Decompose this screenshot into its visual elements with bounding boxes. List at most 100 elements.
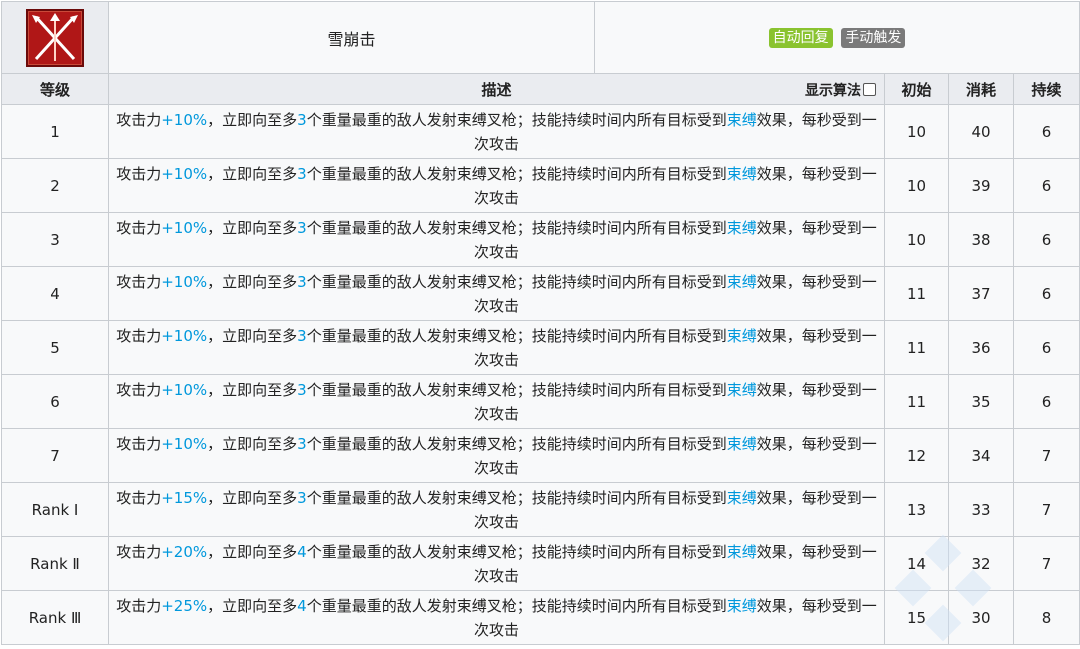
row-initial: 11 [884, 320, 949, 375]
row-level: Rank Ⅰ [1, 482, 109, 537]
row-cost: 35 [948, 374, 1014, 429]
bind-effect-link[interactable]: 束缚 [727, 165, 757, 183]
show-algorithm-toggle[interactable]: 显示算法 [805, 80, 876, 100]
row-cost: 39 [948, 158, 1014, 213]
show-algorithm-checkbox[interactable] [863, 83, 876, 96]
row-initial: 11 [884, 266, 949, 321]
header-level: 等级 [1, 73, 109, 105]
row-description: 攻击力+10%，立即向至多3个重量最重的敌人发射束缚叉枪；技能持续时间内所有目标… [108, 320, 885, 375]
desc-text: 个重量最重的敌人发射束缚叉枪；技能持续时间内所有目标受到 [306, 272, 727, 291]
bind-effect-link[interactable]: 束缚 [727, 543, 757, 561]
desc-text: 个重量最重的敌人发射束缚叉枪；技能持续时间内所有目标受到 [306, 380, 727, 399]
row-description: 攻击力+10%，立即向至多3个重量最重的敌人发射束缚叉枪；技能持续时间内所有目标… [108, 158, 885, 213]
row-description: 攻击力+10%，立即向至多3个重量最重的敌人发射束缚叉枪；技能持续时间内所有目标… [108, 374, 885, 429]
desc-text: 攻击力 [116, 218, 162, 237]
atk-bonus: +15% [161, 488, 208, 507]
desc-text: 个重量最重的敌人发射束缚叉枪；技能持续时间内所有目标受到 [306, 326, 727, 345]
row-cost: 37 [948, 266, 1014, 321]
row-description: 攻击力+10%，立即向至多3个重量最重的敌人发射束缚叉枪；技能持续时间内所有目标… [108, 104, 885, 159]
desc-text: 个重量最重的敌人发射束缚叉枪；技能持续时间内所有目标受到 [306, 110, 727, 129]
target-count: 3 [297, 272, 307, 291]
target-count: 3 [297, 326, 307, 345]
skill-name: 雪崩击 [108, 1, 595, 74]
row-duration: 7 [1012, 536, 1080, 591]
atk-bonus: +10% [161, 380, 208, 399]
desc-text: 个重量最重的敌人发射束缚叉枪；技能持续时间内所有目标受到 [306, 434, 727, 453]
bind-effect-link[interactable]: 束缚 [727, 489, 757, 507]
row-cost: 30 [948, 590, 1014, 645]
desc-text: 攻击力 [116, 488, 162, 507]
table-row: 5 攻击力+10%，立即向至多3个重量最重的敌人发射束缚叉枪；技能持续时间内所有目… [1, 320, 1080, 375]
row-level: 4 [1, 266, 109, 321]
header-description-label: 描述 [481, 80, 512, 99]
row-duration: 6 [1012, 320, 1080, 375]
row-level: Rank Ⅲ [1, 590, 109, 645]
row-initial: 11 [884, 374, 949, 429]
desc-text: ，立即向至多 [207, 110, 298, 129]
row-initial: 10 [884, 104, 949, 159]
row-initial: 10 [884, 212, 949, 267]
row-level: 1 [1, 104, 109, 159]
desc-text: ，立即向至多 [207, 434, 298, 453]
row-description: 攻击力+10%，立即向至多3个重量最重的敌人发射束缚叉枪；技能持续时间内所有目标… [108, 428, 885, 483]
header-initial: 初始 [884, 73, 949, 105]
atk-bonus: +25% [161, 596, 208, 615]
target-count: 3 [297, 434, 307, 453]
atk-bonus: +10% [161, 272, 208, 291]
row-initial: 10 [884, 158, 949, 213]
desc-text: ，立即向至多 [207, 488, 298, 507]
bind-effect-link[interactable]: 束缚 [727, 381, 757, 399]
row-level: 2 [1, 158, 109, 213]
bind-effect-link[interactable]: 束缚 [727, 597, 757, 615]
row-duration: 7 [1012, 482, 1080, 537]
desc-text: 个重量最重的敌人发射束缚叉枪；技能持续时间内所有目标受到 [306, 164, 727, 183]
row-description: 攻击力+10%，立即向至多3个重量最重的敌人发射束缚叉枪；技能持续时间内所有目标… [108, 266, 885, 321]
desc-text: ，立即向至多 [207, 272, 298, 291]
desc-text: ，立即向至多 [207, 380, 298, 399]
desc-text: ，立即向至多 [207, 218, 298, 237]
table-row: 1 攻击力+10%，立即向至多3个重量最重的敌人发射束缚叉枪；技能持续时间内所有目… [1, 104, 1080, 159]
target-count: 3 [297, 488, 307, 507]
row-level: 5 [1, 320, 109, 375]
bind-effect-link[interactable]: 束缚 [727, 327, 757, 345]
atk-bonus: +10% [161, 164, 208, 183]
bind-effect-link[interactable]: 束缚 [727, 111, 757, 129]
desc-text: 攻击力 [116, 434, 162, 453]
atk-bonus: +20% [161, 542, 208, 561]
header-description: 描述 显示算法 [108, 73, 885, 105]
bind-effect-link[interactable]: 束缚 [727, 219, 757, 237]
table-row: 2 攻击力+10%，立即向至多3个重量最重的敌人发射束缚叉枪；技能持续时间内所有目… [1, 158, 1080, 213]
row-duration: 6 [1012, 374, 1080, 429]
row-level: Rank Ⅱ [1, 536, 109, 591]
row-duration: 6 [1012, 212, 1080, 267]
row-level: 3 [1, 212, 109, 267]
desc-text: 攻击力 [116, 596, 162, 615]
row-level: 7 [1, 428, 109, 483]
table-row: 6 攻击力+10%，立即向至多3个重量最重的敌人发射束缚叉枪；技能持续时间内所有目… [1, 374, 1080, 429]
desc-text: 攻击力 [116, 164, 162, 183]
atk-bonus: +10% [161, 110, 208, 129]
bind-effect-link[interactable]: 束缚 [727, 273, 757, 291]
row-initial: 12 [884, 428, 949, 483]
skill-table: 雪崩击 自动回复 手动触发 等级 描述 显示算法 初始 消耗 持续 1 攻击力+1… [1, 1, 1080, 645]
row-description: 攻击力+10%，立即向至多3个重量最重的敌人发射束缚叉枪；技能持续时间内所有目标… [108, 212, 885, 267]
bind-effect-link[interactable]: 束缚 [727, 435, 757, 453]
target-count: 3 [297, 218, 307, 237]
skill-avalanche-icon [26, 8, 84, 67]
desc-text: 攻击力 [116, 542, 162, 561]
row-duration: 7 [1012, 428, 1080, 483]
table-row: 3 攻击力+10%，立即向至多3个重量最重的敌人发射束缚叉枪；技能持续时间内所有目… [1, 212, 1080, 267]
target-count: 4 [297, 596, 307, 615]
row-level: 6 [1, 374, 109, 429]
atk-bonus: +10% [161, 326, 208, 345]
desc-text: 个重量最重的敌人发射束缚叉枪；技能持续时间内所有目标受到 [306, 596, 727, 615]
row-cost: 33 [948, 482, 1014, 537]
header-duration: 持续 [1012, 73, 1080, 105]
atk-bonus: +10% [161, 434, 208, 453]
atk-bonus: +10% [161, 218, 208, 237]
table-row: 7 攻击力+10%，立即向至多3个重量最重的敌人发射束缚叉枪；技能持续时间内所有目… [1, 428, 1080, 483]
target-count: 3 [297, 164, 307, 183]
target-count: 4 [297, 542, 307, 561]
row-duration: 6 [1012, 104, 1080, 159]
row-initial: 13 [884, 482, 949, 537]
